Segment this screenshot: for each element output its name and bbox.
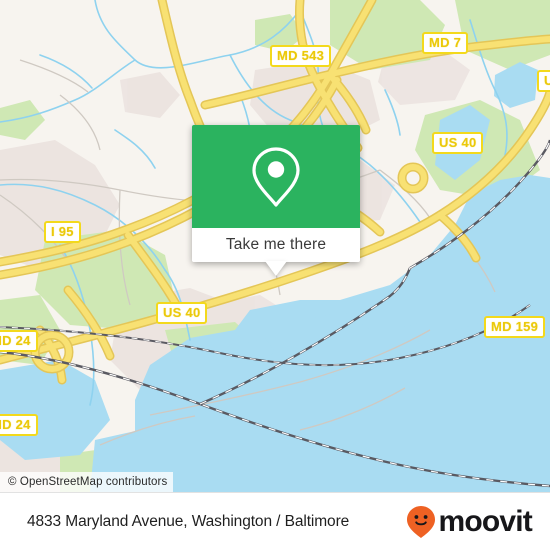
moovit-wordmark: moovit — [438, 504, 532, 538]
road-shield[interactable]: US 40 — [432, 132, 484, 154]
footer-bar: 4833 Maryland Avenue, Washington / Balti… — [0, 492, 550, 550]
road-shield[interactable]: MD 543 — [270, 45, 332, 67]
osm-attribution[interactable]: © OpenStreetMap contributors — [0, 472, 174, 492]
callout-header — [192, 125, 360, 228]
moovit-logo[interactable]: moovit — [406, 504, 533, 539]
map-pin-icon — [248, 145, 304, 209]
road-shield[interactable]: I 95 — [44, 221, 81, 243]
take-me-there-button[interactable]: Take me there — [192, 228, 360, 262]
road-shield[interactable]: MD 24 — [0, 414, 38, 436]
road-shield[interactable]: MD 7 — [422, 32, 469, 54]
moovit-smiley-pin-icon — [406, 505, 436, 539]
road-shield[interactable]: MD 24 — [0, 330, 38, 352]
map-canvas[interactable]: MD 543 MD 7 US 40 US 40 I 95 US 40 MD 15… — [0, 0, 550, 492]
road-shield[interactable]: US 40 — [537, 70, 550, 92]
destination-callout-card[interactable]: Take me there — [192, 125, 360, 276]
callout-pointer — [265, 261, 287, 276]
map-screenshot: MD 543 MD 7 US 40 US 40 I 95 US 40 MD 15… — [0, 0, 550, 550]
road-shield[interactable]: MD 159 — [484, 316, 546, 338]
road-shield[interactable]: US 40 — [156, 302, 208, 324]
address-label: 4833 Maryland Avenue, Washington / Balti… — [27, 512, 350, 530]
